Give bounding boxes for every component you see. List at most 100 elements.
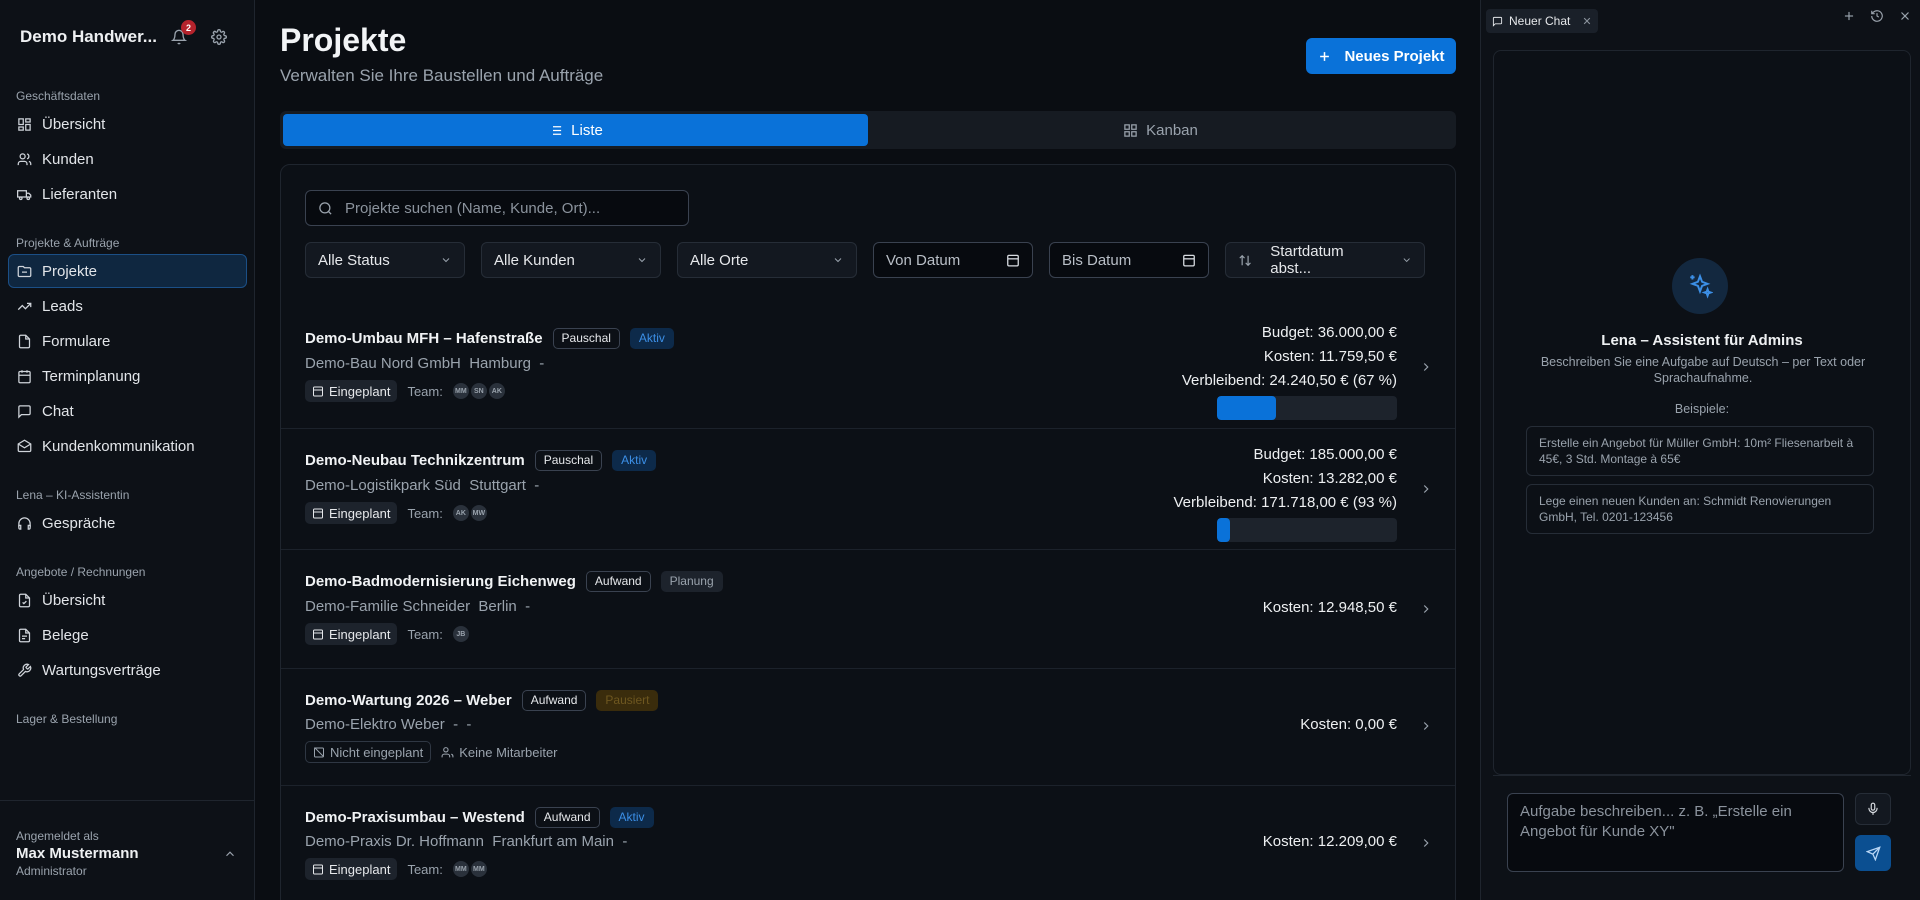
project-client: Demo-Praxis Dr. Hoffmann Frankfurt am Ma… [305,833,628,850]
gear-icon [211,29,227,45]
sidebar: Demo Handwer... 2 Geschäftsdaten Übersic… [0,0,255,900]
example-prompt[interactable]: Lege einen neuen Kunden an: Schmidt Reno… [1526,484,1874,534]
sidebar-item-uebersicht[interactable]: Übersicht [8,107,247,141]
project-finance: Kosten: 12.948,50 € [1263,596,1397,620]
sidebar-item-belege[interactable]: Belege [8,618,247,652]
location-filter[interactable]: Alle Orte [677,242,857,278]
sidebar-item-formulare[interactable]: Formulare [8,324,247,358]
chevron-up-icon[interactable] [223,847,237,861]
planning-chip: Eingeplant [305,623,398,645]
tab-kanban[interactable]: Kanban [868,114,1453,146]
chat-input[interactable] [1507,793,1844,872]
sidebar-item-lieferanten[interactable]: Lieferanten [8,177,247,211]
sidebar-item-kunden[interactable]: Kunden [8,142,247,176]
headphones-icon [18,516,31,530]
sidebar-item-leads[interactable]: Leads [8,289,247,323]
project-name[interactable]: Demo-Badmodernisierung Eichenweg [305,573,576,590]
sidebar-item-gespraeche[interactable]: Gespräche [8,506,247,540]
close-icon[interactable] [1898,9,1912,23]
team-label: Team: [407,383,443,399]
voice-record-button[interactable] [1855,793,1891,825]
calendar-icon[interactable] [1006,253,1020,267]
sidebar-item-terminplanung[interactable]: Terminplanung [8,359,247,393]
plus-icon[interactable] [1842,9,1856,23]
search-box[interactable] [305,190,689,226]
from-date-placeholder: Von Datum [886,251,961,269]
history-icon[interactable] [1870,9,1884,23]
customer-filter[interactable]: Alle Kunden [481,242,661,278]
example-prompt[interactable]: Erstelle ein Angebot für Müller GmbH: 10… [1526,426,1874,476]
receipt-icon [18,628,31,642]
chevron-right-icon[interactable] [1419,602,1433,616]
company-name[interactable]: Demo Handwer... [20,27,170,47]
location-filter-value: Alle Orte [690,251,749,269]
planning-chip: Nicht eingeplant [305,741,432,763]
close-tab-icon[interactable]: ✕ [1582,15,1591,28]
project-name[interactable]: Demo-Umbau MFH – Hafenstraße [305,330,543,347]
project-name[interactable]: Demo-Neubau Technikzentrum [305,452,525,469]
project-name[interactable]: Demo-Praxisumbau – Westend [305,809,525,826]
avatar: MM [452,383,469,399]
sidebar-item-angebote-uebersicht[interactable]: Übersicht [8,583,247,617]
project-client: Demo-Bau Nord GmbH Hamburg - [305,355,545,372]
project-name[interactable]: Demo-Wartung 2026 – Weber [305,692,512,709]
chat-tab-label: Neuer Chat [1509,14,1571,28]
sidebar-item-kundenkommunikation[interactable]: Kundenkommunikation [8,429,247,463]
chat-toolbar [1842,9,1912,23]
status-badge: Aktiv [609,807,654,828]
user-menu[interactable]: Angemeldet als Max Mustermann Administra… [0,800,255,900]
from-date-input[interactable]: Von Datum [873,242,1033,278]
sort-select[interactable]: Startdatum abst... [1225,242,1425,278]
calendar-icon[interactable] [1182,253,1196,267]
chevron-down-icon [834,258,842,263]
sidebar-item-label: Gespräche [42,514,116,532]
chat-tab[interactable]: Neuer Chat ✕ [1486,9,1598,33]
planning-chip-label: Eingeplant [329,505,391,521]
sidebar-item-projekte[interactable]: Projekte [8,254,247,288]
sidebar-nav[interactable]: Geschäftsdaten Übersicht Kunden Lieferan… [0,80,255,798]
new-project-button[interactable]: Neues Projekt [1306,38,1456,74]
project-row[interactable]: Demo-Wartung 2026 – Weber Aufwand Pausie… [281,669,1455,786]
tab-label: Kanban [1146,121,1198,139]
calendar-icon [18,369,31,383]
tab-liste[interactable]: Liste [283,114,868,146]
team-avatars: MM SN AK [452,383,505,399]
team-label: Team: [407,861,443,877]
user-role: Administrator [16,864,87,878]
search-input[interactable] [345,199,675,217]
chevron-right-icon[interactable] [1419,482,1433,496]
planning-chip-label: Eingeplant [329,861,391,877]
sidebar-item-label: Leads [42,297,83,315]
section-title: Angebote / Rechnungen [16,565,146,579]
notifications-button[interactable]: 2 [168,20,196,48]
sidebar-item-label: Projekte [42,262,98,280]
assistant-chat-panel: Neuer Chat ✕ Lena – Assistent für Admins… [1480,0,1920,900]
project-row[interactable]: Demo-Badmodernisierung Eichenweg Aufwand… [281,550,1455,669]
view-tabs: Liste Kanban [280,111,1456,149]
users-icon [17,152,32,165]
trending-up-icon [17,302,32,310]
settings-button[interactable] [208,26,230,48]
sidebar-item-wartungsvertraege[interactable]: Wartungsverträge [8,653,247,687]
project-row[interactable]: Demo-Umbau MFH – Hafenstraße Pauschal Ak… [281,307,1455,429]
status-filter[interactable]: Alle Status [305,242,465,278]
chevron-right-icon[interactable] [1419,360,1433,374]
chevron-right-icon[interactable] [1419,836,1433,850]
project-meta: Eingeplant Team: MM MM [305,858,487,880]
to-date-input[interactable]: Bis Datum [1049,242,1209,278]
no-team: Keine Mitarbeiter [441,745,558,760]
project-row[interactable]: Demo-Neubau Technikzentrum Pauschal Akti… [281,429,1455,550]
calendar-icon [313,386,323,397]
project-row[interactable]: Demo-Praxisumbau – Westend Aufwand Aktiv… [281,786,1455,900]
project-finance: Budget: 185.000,00 € Kosten: 13.282,00 €… [1174,443,1397,542]
chevron-right-icon[interactable] [1419,719,1433,733]
sidebar-item-chat[interactable]: Chat [8,394,247,428]
file-icon [18,334,31,348]
project-heading: Demo-Praxisumbau – Westend Aufwand Aktiv [305,807,654,828]
planning-chip-label: Nicht eingeplant [330,744,424,760]
project-client: Demo-Elektro Weber - - [305,716,472,733]
send-icon [1865,845,1881,861]
project-type-badge: Pauschal [552,328,620,349]
send-button[interactable] [1855,835,1891,871]
calendar-icon [313,864,323,875]
